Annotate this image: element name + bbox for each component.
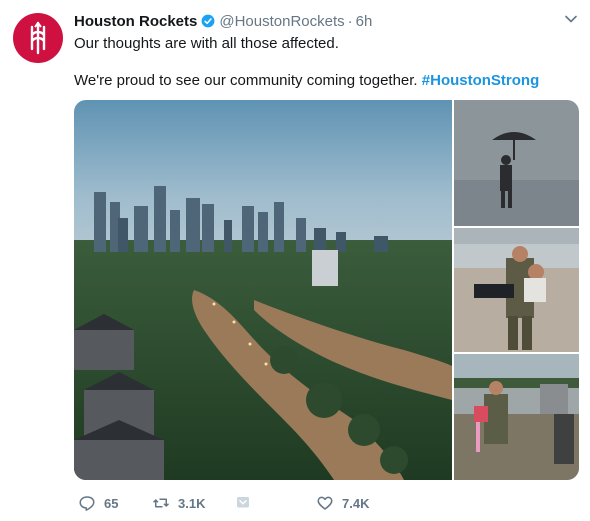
like-count: 7.4K bbox=[342, 495, 370, 511]
tweet-card[interactable]: Houston Rockets @HoustonRockets · 6h Our… bbox=[0, 0, 590, 521]
tweet-text-body: We're proud to see our community coming … bbox=[74, 72, 422, 89]
hashtag-link[interactable]: #HoustonStrong bbox=[422, 72, 540, 89]
author-handle[interactable]: @HoustonRockets bbox=[219, 13, 344, 30]
direct-message-icon bbox=[237, 497, 249, 508]
flooded-city-aerial-photo[interactable] bbox=[74, 100, 452, 480]
tweet-text-line2: We're proud to see our community coming … bbox=[74, 71, 539, 91]
person-with-umbrella-photo[interactable] bbox=[454, 100, 579, 226]
reply-button[interactable]: 65 bbox=[78, 492, 118, 514]
retweet-button[interactable]: 3.1K bbox=[152, 492, 205, 514]
media-grid bbox=[74, 100, 579, 480]
rockets-logo-icon bbox=[30, 21, 46, 55]
reply-icon bbox=[79, 496, 95, 511]
like-button[interactable]: 7.4K bbox=[316, 492, 369, 514]
rescuer-carrying-woman-photo[interactable] bbox=[454, 228, 579, 352]
heart-icon bbox=[317, 496, 333, 510]
retweet-icon bbox=[152, 498, 170, 508]
rescuer-carrying-child-photo[interactable] bbox=[454, 354, 579, 480]
direct-message-button[interactable] bbox=[234, 492, 260, 514]
reply-count: 65 bbox=[104, 495, 119, 511]
author-name[interactable]: Houston Rockets bbox=[74, 13, 197, 30]
chevron-down-icon[interactable] bbox=[564, 12, 578, 26]
avatar[interactable] bbox=[13, 13, 63, 63]
separator-dot: · bbox=[347, 12, 353, 30]
tweet-header: Houston Rockets @HoustonRockets · 6h bbox=[74, 11, 372, 31]
action-bar: 65 3.1K 7.4K bbox=[74, 492, 394, 514]
verified-badge-icon bbox=[201, 14, 215, 28]
tweet-text-line1: Our thoughts are with all those affected… bbox=[74, 35, 339, 52]
tweet-timestamp[interactable]: 6h bbox=[356, 13, 373, 30]
retweet-count: 3.1K bbox=[178, 495, 206, 511]
